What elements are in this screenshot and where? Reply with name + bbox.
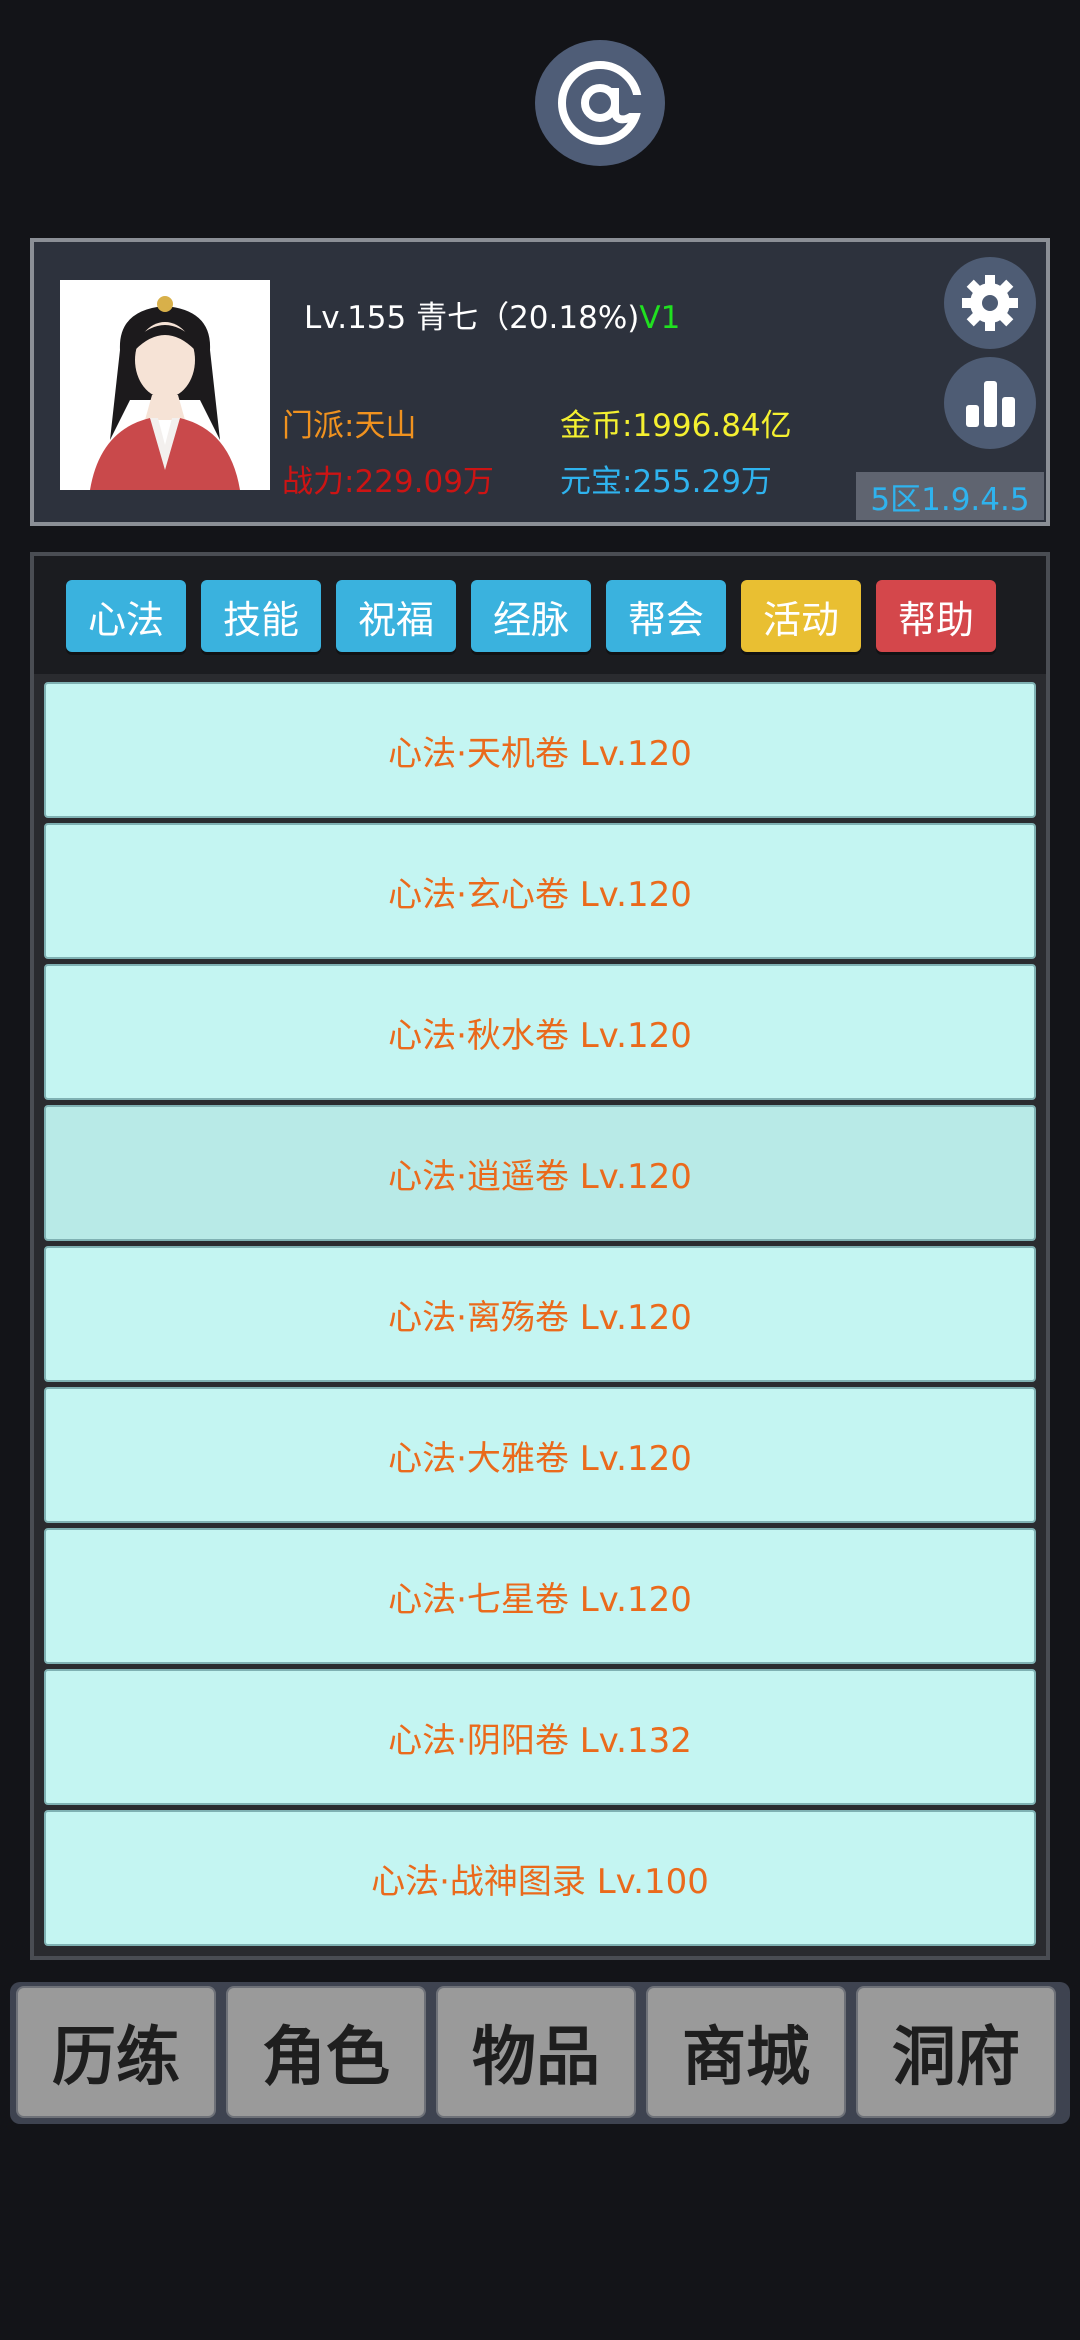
nav-items[interactable]: 物品 xyxy=(436,1986,636,2118)
gear-icon xyxy=(962,275,1018,331)
main-panel: 心法 技能 祝福 经脉 帮会 活动 帮助 心法·天机卷 Lv.120 心法·玄心… xyxy=(30,552,1050,1960)
list-item[interactable]: 心法·离殇卷 Lv.120 xyxy=(44,1246,1036,1382)
at-sign-icon xyxy=(558,61,648,145)
list-item[interactable]: 心法·阴阳卷 Lv.132 xyxy=(44,1669,1036,1805)
list-item[interactable]: 心法·七星卷 Lv.120 xyxy=(44,1528,1036,1664)
level-text: Lv.155 青七（20.18%) xyxy=(304,300,640,336)
combat-power: 战力:229.09万 xyxy=(282,464,494,500)
at-button[interactable] xyxy=(535,40,665,166)
nav-character[interactable]: 角色 xyxy=(226,1986,426,2118)
tab-events[interactable]: 活动 xyxy=(741,580,861,652)
list-item[interactable]: 心法·玄心卷 Lv.120 xyxy=(44,823,1036,959)
list-item[interactable]: 心法·大雅卷 Lv.120 xyxy=(44,1387,1036,1523)
gold-amount: 金币:1996.84亿 xyxy=(560,408,792,444)
tab-blessing[interactable]: 祝福 xyxy=(336,580,456,652)
list-item[interactable]: 心法·天机卷 Lv.120 xyxy=(44,682,1036,818)
avatar[interactable] xyxy=(60,280,270,490)
nav-cave[interactable]: 洞府 xyxy=(856,1986,1056,2118)
character-portrait xyxy=(60,280,270,490)
tab-xinfa[interactable]: 心法 xyxy=(66,580,186,652)
tab-meridian[interactable]: 经脉 xyxy=(471,580,591,652)
vip-badge: V1 xyxy=(639,300,681,336)
player-level: Lv.155 青七（20.18%)V1 xyxy=(304,292,680,337)
ingot-amount: 元宝:255.29万 xyxy=(560,464,772,500)
profile-panel: Lv.155 青七（20.18%)V1 门派:天山 战力:229.09万 金币:… xyxy=(30,238,1050,526)
list-item[interactable]: 心法·逍遥卷 Lv.120 xyxy=(44,1105,1036,1241)
tab-bar: 心法 技能 祝福 经脉 帮会 活动 帮助 xyxy=(34,556,1046,674)
list-item[interactable]: 心法·秋水卷 Lv.120 xyxy=(44,964,1036,1100)
bar-chart-icon xyxy=(966,381,1015,427)
settings-button[interactable] xyxy=(944,257,1036,349)
tab-guild[interactable]: 帮会 xyxy=(606,580,726,652)
server-version-badge: 5区1.9.4.5 xyxy=(856,472,1044,520)
xinfa-list: 心法·天机卷 Lv.120 心法·玄心卷 Lv.120 心法·秋水卷 Lv.12… xyxy=(44,682,1036,1951)
ranking-button[interactable] xyxy=(944,357,1036,449)
tab-help[interactable]: 帮助 xyxy=(876,580,996,652)
list-item[interactable]: 心法·战神图录 Lv.100 xyxy=(44,1810,1036,1946)
tab-skills[interactable]: 技能 xyxy=(201,580,321,652)
nav-shop[interactable]: 商城 xyxy=(646,1986,846,2118)
nav-training[interactable]: 历练 xyxy=(16,1986,216,2118)
sect-label: 门派:天山 xyxy=(282,408,417,444)
bottom-nav: 历练 角色 物品 商城 洞府 xyxy=(10,1982,1070,2124)
